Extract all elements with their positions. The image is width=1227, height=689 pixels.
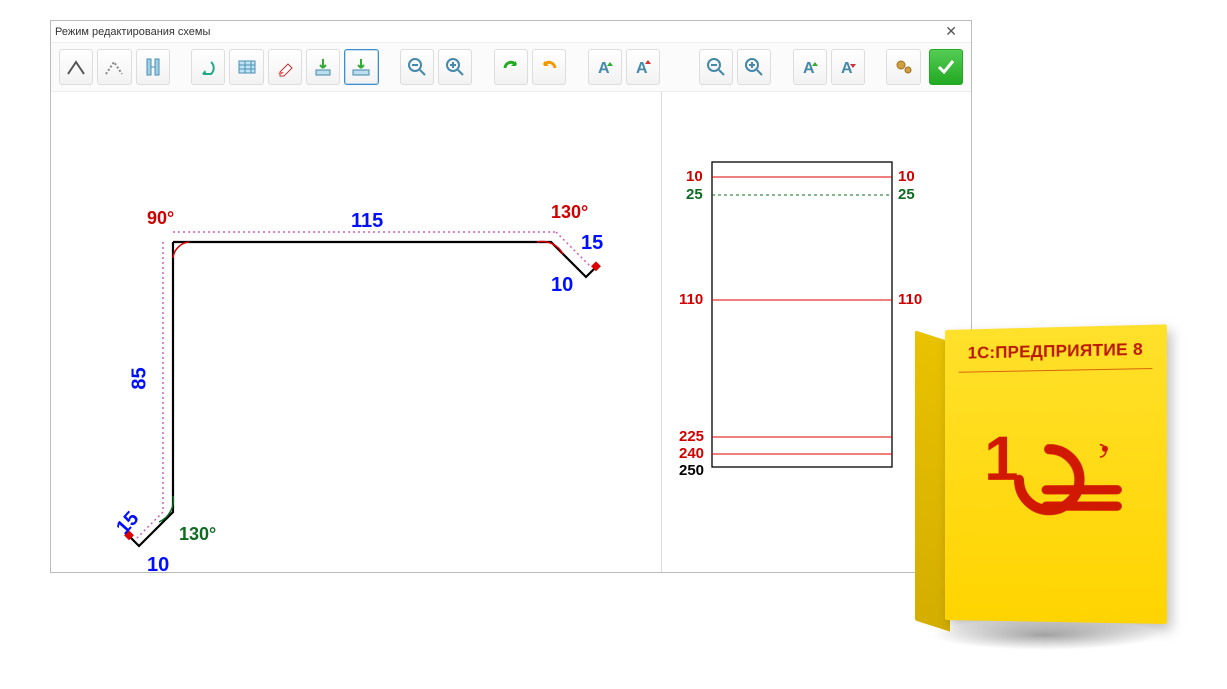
zoom-out-icon[interactable] — [400, 49, 434, 85]
toolbar: A A A A — [51, 43, 971, 92]
zoom-in-2-icon[interactable] — [737, 49, 771, 85]
undo-orange-icon[interactable] — [532, 49, 566, 85]
settings-gears-icon[interactable] — [886, 49, 920, 85]
window-title: Режим редактирования схемы — [55, 26, 210, 38]
font-increase-1-icon[interactable]: A — [588, 49, 622, 85]
undo-icon[interactable] — [191, 49, 225, 85]
font-decrease-1-icon[interactable]: A — [626, 49, 660, 85]
column-spacing-icon[interactable] — [136, 49, 170, 85]
redo-green-icon[interactable] — [494, 49, 528, 85]
import-1-icon[interactable] — [306, 49, 340, 85]
font-decrease-2-icon[interactable]: A — [831, 49, 865, 85]
angle-tool-dotted-icon[interactable] — [97, 49, 131, 85]
svg-text:A: A — [841, 60, 853, 77]
font-increase-2-icon[interactable]: A — [793, 49, 827, 85]
import-2-icon[interactable] — [344, 49, 378, 85]
confirm-button[interactable] — [929, 49, 963, 85]
svg-text:A: A — [598, 60, 610, 77]
close-icon[interactable]: ✕ — [939, 23, 963, 40]
scheme-canvas[interactable]: 90° 115 130° 15 10 85 15 130° 10 — [51, 92, 662, 572]
grid-icon[interactable] — [229, 49, 263, 85]
angle-tool-solid-icon[interactable] — [59, 49, 93, 85]
product-brand: 1С:ПРЕДПРИЯТИЕ 8 — [945, 339, 1167, 364]
svg-text:A: A — [803, 60, 815, 77]
zoom-in-icon[interactable] — [438, 49, 472, 85]
zoom-out-2-icon[interactable] — [699, 49, 733, 85]
eraser-icon[interactable] — [268, 49, 302, 85]
one-c-logo-icon: 1 — [984, 418, 1136, 531]
svg-text:1: 1 — [984, 424, 1018, 494]
product-box: 1С:ПРЕДПРИЯТИЕ 8 1 — [910, 330, 1170, 670]
content-area: 90° 115 130° 15 10 85 15 130° 10 10 25 1… — [51, 92, 971, 572]
scheme-editor-window: Режим редактирования схемы ✕ — [50, 20, 972, 573]
titlebar: Режим редактирования схемы ✕ — [51, 21, 971, 43]
